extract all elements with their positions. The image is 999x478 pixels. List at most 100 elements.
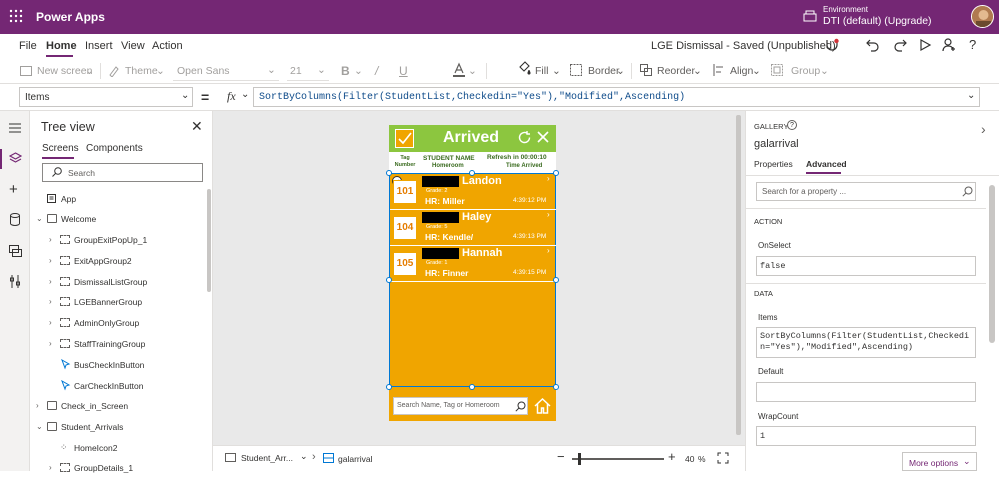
- formula-input[interactable]: SortByColumns(Filter(StudentList,Checked…: [253, 87, 980, 107]
- font-select[interactable]: Open Sans ⌄: [173, 61, 279, 81]
- fit-to-screen-icon[interactable]: [717, 452, 729, 467]
- fill-chevron-icon[interactable]: ⌄: [552, 65, 561, 77]
- bold-chevron-icon[interactable]: ⌄: [354, 65, 363, 77]
- fx-chevron-icon[interactable]: ⌄: [241, 89, 249, 100]
- insert-plus-icon[interactable]: +: [9, 181, 18, 198]
- underline-icon[interactable]: U: [399, 64, 408, 78]
- chevron-right-icon[interactable]: ›: [49, 235, 52, 244]
- tree-scrollbar[interactable]: [207, 189, 211, 292]
- canvas-vscrollbar[interactable]: [736, 115, 741, 435]
- info-icon[interactable]: ?: [787, 120, 797, 130]
- gallery-galarrival[interactable]: 101 Landon Grade: 2 HR: Miller 4:39:12 PM › 10…: [389, 173, 556, 387]
- hamburger-menu-icon[interactable]: [9, 123, 21, 136]
- new-screen-chevron-icon[interactable]: ⌄: [85, 65, 94, 77]
- group-icon[interactable]: [771, 64, 783, 79]
- tree-item-welcome-child[interactable]: CarCheckInButton: [30, 376, 213, 396]
- tree-item-welcome-child[interactable]: › LGEBannerGroup: [30, 292, 213, 312]
- redo-icon[interactable]: [893, 38, 907, 55]
- resize-handle[interactable]: [553, 170, 559, 176]
- chevron-right-icon[interactable]: ›: [547, 210, 550, 219]
- chevron-down-icon[interactable]: ⌄: [36, 422, 43, 431]
- share-person-icon[interactable]: [942, 38, 956, 55]
- new-screen-icon[interactable]: [20, 66, 32, 79]
- tab-components[interactable]: Components: [86, 143, 143, 154]
- app-checker-icon[interactable]: [824, 38, 840, 57]
- advanced-tools-icon[interactable]: [10, 275, 21, 291]
- home-icon[interactable]: [534, 397, 551, 417]
- menu-insert[interactable]: Insert: [85, 40, 113, 52]
- tab-advanced[interactable]: Advanced: [806, 159, 847, 169]
- fill-icon[interactable]: [517, 61, 531, 78]
- props-scrollbar[interactable]: [989, 185, 995, 343]
- chevron-right-icon[interactable]: ›: [547, 246, 550, 255]
- resize-handle[interactable]: [386, 384, 392, 390]
- play-icon[interactable]: [918, 38, 932, 55]
- tree-search-box[interactable]: Search: [42, 163, 203, 182]
- gallery-item[interactable]: 105 Hannah Grade: 1 HR: Finner 4:39:15 PM ›: [390, 246, 556, 282]
- refresh-icon[interactable]: [517, 130, 532, 148]
- expand-panel-chevron-icon[interactable]: ›: [981, 121, 986, 137]
- tab-screens[interactable]: Screens: [42, 143, 79, 154]
- chevron-right-icon[interactable]: ›: [547, 174, 550, 183]
- reorder-button[interactable]: Reorder: [657, 65, 695, 77]
- chevron-right-icon[interactable]: ›: [49, 318, 52, 327]
- border-button[interactable]: Border: [588, 65, 620, 77]
- theme-icon[interactable]: [108, 65, 120, 80]
- theme-button[interactable]: Theme: [125, 65, 158, 77]
- reorder-chevron-icon[interactable]: ⌄: [693, 65, 702, 77]
- align-chevron-icon[interactable]: ⌄: [752, 65, 761, 77]
- font-size-select[interactable]: 21 ⌄: [287, 61, 329, 81]
- border-icon[interactable]: [570, 64, 582, 79]
- font-color-icon[interactable]: [452, 62, 466, 81]
- reorder-icon[interactable]: [640, 64, 652, 79]
- group-button[interactable]: Group: [791, 65, 820, 77]
- close-icon[interactable]: ✕: [191, 118, 203, 135]
- tree-item-welcome-child[interactable]: BusCheckInButton: [30, 355, 213, 375]
- gallery-item[interactable]: 104 Haley Grade: 5 HR: Kendle/4:39:13 PM ›: [390, 210, 556, 246]
- resize-handle[interactable]: [386, 170, 392, 176]
- gallery-item[interactable]: 101 Landon Grade: 2 HR: Miller 4:39:12 PM ›: [390, 174, 556, 210]
- menu-action[interactable]: Action: [152, 40, 183, 52]
- chevron-down-icon[interactable]: ⌄: [36, 214, 43, 223]
- tree-item-welcome-child[interactable]: › StaffTrainingGroup: [30, 334, 213, 354]
- chevron-right-icon[interactable]: ›: [36, 401, 39, 410]
- tree-item-check-in-screen[interactable]: › Check_in_Screen: [30, 396, 213, 416]
- tree-item-app[interactable]: App: [30, 189, 213, 209]
- checkbox-icon[interactable]: [395, 129, 414, 148]
- more-options-button[interactable]: More options ⌄: [902, 452, 977, 471]
- tree-item-welcome-child[interactable]: › DismissalListGroup: [30, 272, 213, 292]
- expand-chevron-icon[interactable]: ⌄: [967, 90, 975, 101]
- app-launcher-icon[interactable]: [9, 9, 23, 23]
- wrapcount-field[interactable]: 1: [756, 426, 976, 446]
- italic-icon[interactable]: /: [375, 64, 378, 78]
- control-name[interactable]: galarrival: [754, 138, 799, 150]
- menu-home[interactable]: Home: [46, 40, 77, 52]
- undo-icon[interactable]: [866, 38, 880, 55]
- theme-chevron-icon[interactable]: ⌄: [156, 65, 165, 77]
- app-search-box[interactable]: Search Name, Tag or Homeroom: [393, 397, 528, 415]
- chevron-right-icon[interactable]: ›: [49, 339, 52, 348]
- items-field[interactable]: SortByColumns(Filter(StudentList,Checked…: [756, 327, 976, 358]
- property-select[interactable]: Items ⌄: [19, 87, 193, 107]
- help-icon[interactable]: ?: [969, 37, 976, 52]
- font-color-chevron-icon[interactable]: ⌄: [468, 65, 477, 77]
- tree-item-homeicon2[interactable]: ⁘ HomeIcon2: [30, 438, 213, 458]
- layers-icon[interactable]: [8, 152, 23, 168]
- tree-item-student-arrivals[interactable]: ⌄ Student_Arrivals: [30, 417, 213, 437]
- zoom-value[interactable]: 40: [685, 454, 694, 464]
- fill-button[interactable]: Fill: [535, 65, 548, 77]
- zoom-slider-thumb[interactable]: [578, 453, 581, 465]
- data-icon[interactable]: [10, 213, 20, 229]
- group-chevron-icon[interactable]: ⌄: [820, 65, 829, 77]
- tree-item-welcome[interactable]: ⌄ Welcome: [30, 209, 213, 229]
- property-search-box[interactable]: Search for a property ...: [756, 182, 976, 201]
- menu-view[interactable]: View: [121, 40, 145, 52]
- border-chevron-icon[interactable]: ⌄: [616, 65, 625, 77]
- resize-handle[interactable]: [386, 277, 392, 283]
- zoom-slider[interactable]: [572, 453, 664, 465]
- screen-selector[interactable]: Student_Arr... ⌄: [222, 450, 308, 467]
- avatar[interactable]: [971, 5, 994, 28]
- chevron-right-icon[interactable]: ›: [49, 297, 52, 306]
- tree-item-welcome-child[interactable]: › GroupExitPopUp_1: [30, 230, 213, 250]
- close-icon[interactable]: [536, 130, 550, 147]
